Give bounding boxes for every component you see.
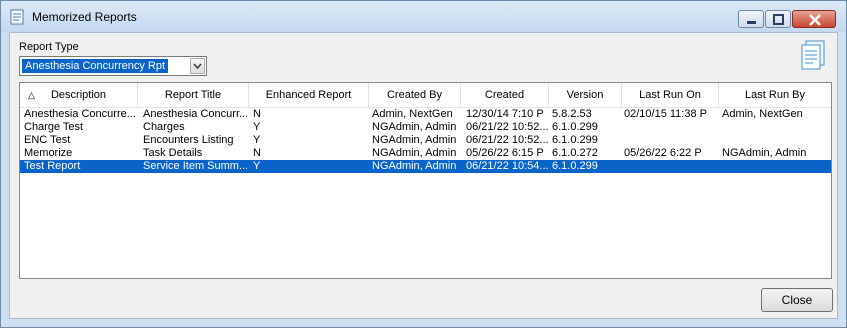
close-window-button[interactable] (792, 10, 836, 28)
column-header-last-run-on[interactable]: Last Run On (622, 83, 719, 107)
cell-enhanced-report: N (253, 147, 261, 159)
report-type-dropdown-button[interactable] (190, 58, 205, 74)
table-row[interactable]: Memorize Task Details N NGAdmin, Admin 0… (20, 147, 831, 160)
cell-last-run-on: 02/10/15 11:38 P (624, 108, 707, 120)
cell-description: Anesthesia Concurre... (24, 108, 136, 120)
table-row[interactable]: Charge Test Charges Y NGAdmin, Admin 06/… (20, 121, 831, 134)
cell-created: 12/30/14 7:10 P (466, 108, 544, 120)
cell-created-by: NGAdmin, Admin (372, 134, 457, 146)
report-app-icon (10, 9, 24, 25)
maximize-icon (773, 14, 784, 25)
cell-report-title: Charges (143, 121, 185, 133)
chevron-down-icon (193, 63, 202, 70)
cell-last-run-by (722, 160, 830, 173)
close-button[interactable]: Close (761, 288, 833, 312)
cell-enhanced-report: Y (253, 160, 261, 172)
cell-created-by: Admin, NextGen (372, 108, 453, 120)
cell-created: 05/26/22 6:15 P (466, 147, 544, 159)
column-header-enhanced-report[interactable]: Enhanced Report (249, 83, 369, 107)
cell-last-run-by (722, 121, 830, 134)
cell-enhanced-report: N (253, 108, 261, 120)
cell-version: 5.8.2.53 (552, 108, 592, 120)
cell-report-title: Encounters Listing (143, 134, 234, 146)
report-type-label: Report Type (19, 41, 79, 53)
column-header-last-run-by[interactable]: Last Run By (719, 83, 831, 107)
cell-created-by: NGAdmin, Admin (372, 160, 457, 172)
cell-version: 6.1.0.272 (552, 147, 598, 159)
cell-last-run-on (624, 160, 718, 173)
memorized-reports-list[interactable]: △ Description Report Title Enhanced Repo… (19, 82, 832, 279)
minimize-icon (747, 21, 756, 24)
table-row[interactable]: ENC Test Encounters Listing Y NGAdmin, A… (20, 134, 831, 147)
cell-version: 6.1.0.299 (552, 134, 598, 146)
sort-ascending-icon: △ (28, 90, 35, 100)
column-header-description[interactable]: △ Description (20, 83, 138, 107)
column-header-created[interactable]: Created (461, 83, 549, 107)
cell-version: 6.1.0.299 (552, 121, 598, 133)
report-documents-icon (801, 40, 825, 70)
cell-last-run-by: NGAdmin, Admin (722, 147, 807, 159)
cell-enhanced-report: Y (253, 121, 261, 133)
maximize-button[interactable] (765, 10, 791, 28)
cell-last-run-by (722, 134, 830, 147)
cell-last-run-on: 05/26/22 6:22 P (624, 147, 702, 159)
cell-description: Charge Test (24, 121, 84, 133)
cell-created: 06/21/22 10:54... (466, 160, 549, 172)
cell-created: 06/21/22 10:52... (466, 121, 549, 133)
cell-description: Memorize (24, 147, 73, 159)
cell-created-by: NGAdmin, Admin (372, 147, 457, 159)
column-header-report-title[interactable]: Report Title (138, 83, 249, 107)
cell-description: ENC Test (24, 134, 71, 146)
cell-report-title: Task Details (143, 147, 203, 159)
window-title: Memorized Reports (32, 10, 137, 24)
cell-report-title: Service Item Summ... (143, 160, 247, 172)
table-row-selected[interactable]: Test Report Service Item Summ... Y NGAdm… (20, 160, 831, 173)
dialog-client-area: Report Type Anesthesia Concurrency Rpt △… (9, 32, 838, 319)
cell-last-run-on (624, 121, 718, 134)
cell-description: Test Report (24, 160, 81, 172)
table-row[interactable]: Anesthesia Concurre... Anesthesia Concur… (20, 108, 831, 121)
cell-enhanced-report: Y (253, 134, 261, 146)
memorized-reports-window: Memorized Reports Report Type Anesthesia… (0, 0, 847, 328)
cell-created-by: NGAdmin, Admin (372, 121, 457, 133)
report-type-dropdown[interactable]: Anesthesia Concurrency Rpt (19, 56, 207, 76)
column-header-created-by[interactable]: Created By (369, 83, 461, 107)
minimize-button[interactable] (738, 10, 764, 28)
report-type-selected: Anesthesia Concurrency Rpt (20, 58, 170, 74)
cell-created: 06/21/22 10:52... (466, 134, 549, 146)
column-header-version[interactable]: Version (549, 83, 622, 107)
cell-last-run-on (624, 134, 718, 147)
cell-last-run-by: Admin, NextGen (722, 108, 803, 120)
list-header: △ Description Report Title Enhanced Repo… (20, 83, 831, 108)
cell-version: 6.1.0.299 (552, 160, 598, 172)
close-icon (809, 14, 821, 26)
cell-report-title: Anesthesia Concurr... (143, 108, 247, 120)
title-bar[interactable]: Memorized Reports (1, 1, 846, 32)
